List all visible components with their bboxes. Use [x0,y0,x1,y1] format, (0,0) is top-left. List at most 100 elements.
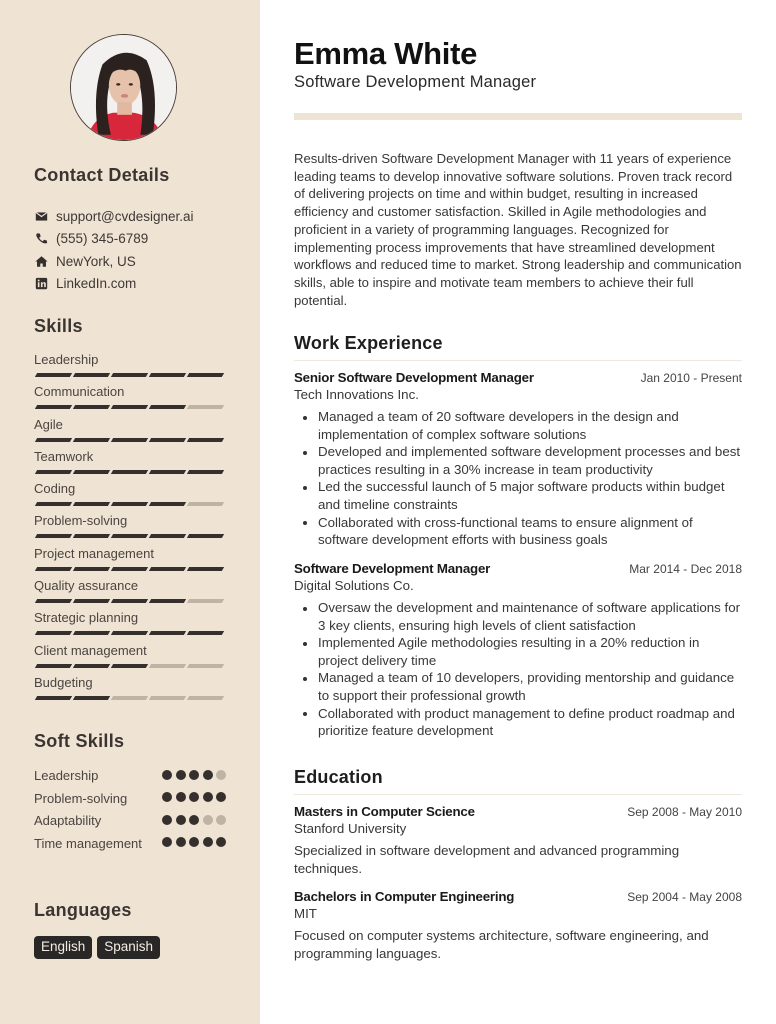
soft-skill-item: Problem-solving [34,790,226,807]
skill-segment-filled [34,695,73,700]
rating-dot-filled [189,814,199,825]
job-dates: Mar 2014 - Dec 2018 [629,562,742,576]
skill-segment-filled [72,373,111,377]
skill-rating-bar [34,534,226,539]
skill-segment-filled [148,502,187,507]
soft-skill-label: Adaptability [34,813,102,828]
rating-dot-empty [202,814,213,825]
skill-segment-filled [34,405,73,410]
contact-email-text: support@cvdesigner.ai [56,208,194,224]
language-badge: Spanish [97,936,161,959]
soft-skill-rating [162,767,226,784]
skill-item: Project management [34,546,226,578]
skill-item: Communication [34,384,226,416]
job-bullet: Led the successful launch of 5 major sof… [294,478,742,513]
job-bullet: Managed a team of 20 software developers… [294,408,742,443]
soft-skills-heading: Soft Skills [34,731,125,751]
contact-location-text: NewYork, US [56,253,136,269]
soft-skill-label: Time management [34,835,142,851]
skill-label: Strategic planning [34,610,139,626]
skill-rating-bar [34,663,226,668]
skill-segment-filled [72,695,111,700]
skill-rating-bar [34,695,226,700]
skill-segment-filled [148,373,187,377]
job-bullet: Implemented Agile methodologies resultin… [294,634,742,669]
skill-segment-filled [110,631,149,636]
job-bullet: Collaborated with product management to … [294,705,742,740]
soft-skills-list: Leadership Problem-solving Adaptability Tim… [34,767,226,857]
skill-label: Problem-solving [34,513,128,529]
soft-skill-item: Leadership [34,767,226,784]
skill-segment-filled [186,373,225,377]
skills-heading: Skills [34,316,83,336]
skill-segment-filled [110,599,149,604]
skill-segment-filled [186,631,225,636]
phone-icon [34,232,48,246]
skill-segment-filled [34,663,73,668]
skill-label: Quality assurance [34,578,139,594]
rating-dot-filled [162,769,172,780]
education-dates: Sep 2004 - May 2008 [627,890,742,904]
skill-segment-empty [186,405,225,410]
skill-segment-filled [34,599,73,604]
sidebar: Contact Details support@cvdesigner.ai (5… [0,0,260,1024]
contact-linkedin-text: LinkedIn.com [56,276,137,292]
skill-segment-filled [72,599,111,604]
contact-list: support@cvdesigner.ai (555) 345-6789 New… [34,205,194,295]
skill-segment-empty [186,663,225,668]
rating-dot-filled [175,792,186,802]
soft-skill-label: Leadership [34,768,99,783]
rating-dot-filled [175,769,186,780]
rating-dot-filled [162,814,172,825]
soft-skill-item: Time management [34,835,226,852]
soft-skill-item: Adaptability [34,812,226,829]
skill-label: Leadership [34,352,99,367]
skill-segment-filled [72,502,111,507]
linkedin-icon [34,277,48,291]
skill-segment-filled [110,534,149,539]
skill-segment-filled [72,405,111,410]
skill-segment-empty [148,695,187,700]
skill-segment-filled [72,566,111,571]
rating-dot-filled [189,837,199,847]
company-name: Digital Solutions Co. [294,578,414,593]
skill-segment-filled [148,405,187,410]
work-entry: Software Development Manager Mar 2014 - … [294,561,742,740]
contact-phone-text: (555) 345-6789 [56,231,149,247]
contact-location: NewYork, US [34,250,194,273]
rating-dot-filled [162,792,172,802]
work-entry: Senior Software Development Manager Jan … [294,370,742,549]
skill-rating-bar [34,469,226,474]
profile-photo-illustration [71,35,176,140]
skill-label: Coding [34,481,76,497]
skill-segment-filled [148,534,187,539]
skill-label: Agile [34,416,63,432]
skill-segment-filled [34,469,73,474]
skill-segment-filled [148,437,187,442]
rating-dot-filled [216,837,226,847]
skill-rating-bar [34,599,226,604]
rating-dot-empty [216,814,226,825]
contact-phone[interactable]: (555) 345-6789 [34,228,194,251]
skill-segment-filled [148,631,187,636]
soft-skill-rating [162,790,226,807]
home-icon [34,254,48,268]
school-name: Stanford University [294,821,407,836]
contact-linkedin[interactable]: LinkedIn.com [34,273,194,296]
company-name: Tech Innovations Inc. [294,387,419,402]
soft-skill-rating [162,835,226,852]
job-bullets: Managed a team of 20 software developers… [294,408,742,549]
skill-segment-filled [186,469,225,474]
rating-dot-filled [162,837,172,847]
contact-heading: Contact Details [34,165,170,185]
skill-segment-filled [34,631,73,636]
skill-rating-bar [34,566,226,571]
contact-email[interactable]: support@cvdesigner.ai [34,205,194,228]
skill-segment-filled [186,534,225,539]
rating-dot-filled [189,769,199,780]
language-badge: English [34,936,93,959]
job-title: Senior Software Development Manager [294,370,534,385]
summary-text: Results-driven Software Development Mana… [294,151,742,308]
job-dates: Jan 2010 - Present [640,371,742,385]
skill-segment-filled [34,437,73,442]
